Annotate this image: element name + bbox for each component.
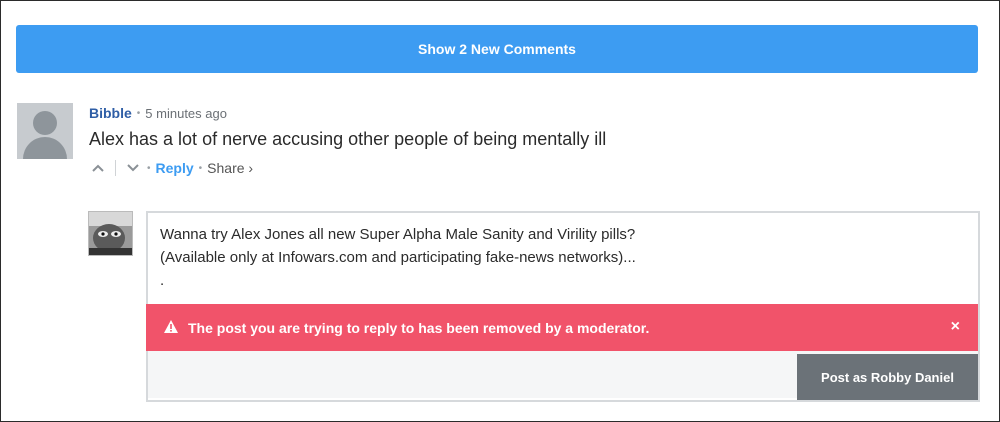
comment-actions: • Reply • Share › bbox=[89, 158, 253, 178]
actions-separator: • bbox=[147, 162, 151, 174]
comment-timestamp[interactable]: 5 minutes ago bbox=[145, 106, 227, 121]
default-avatar-body bbox=[23, 137, 67, 159]
reply-button[interactable]: Reply bbox=[156, 160, 194, 176]
post-button[interactable]: Post as Robby Daniel bbox=[797, 354, 978, 400]
warning-icon bbox=[164, 319, 178, 336]
actions-separator: • bbox=[198, 162, 203, 174]
reply-text: Wanna try Alex Jones all new Super Alpha… bbox=[160, 226, 636, 289]
moderation-alert: The post you are trying to reply to has … bbox=[146, 304, 978, 351]
close-icon[interactable]: × bbox=[951, 318, 960, 336]
comment-author[interactable]: Bibble bbox=[89, 105, 132, 121]
show-new-comments-button[interactable]: Show 2 New Comments bbox=[16, 25, 978, 73]
share-button[interactable]: Share › bbox=[207, 160, 253, 176]
commenter-avatar[interactable] bbox=[17, 103, 73, 159]
upvote-icon[interactable] bbox=[89, 159, 107, 177]
downvote-icon[interactable] bbox=[124, 159, 142, 177]
default-avatar-icon bbox=[33, 111, 57, 135]
comment-meta: Bibble • 5 minutes ago bbox=[89, 105, 227, 121]
meta-separator: • bbox=[136, 107, 141, 119]
current-user-avatar bbox=[88, 211, 133, 256]
alert-message: The post you are trying to reply to has … bbox=[188, 319, 650, 336]
vote-divider bbox=[115, 160, 116, 176]
comment-body: Alex has a lot of nerve accusing other p… bbox=[89, 129, 607, 149]
